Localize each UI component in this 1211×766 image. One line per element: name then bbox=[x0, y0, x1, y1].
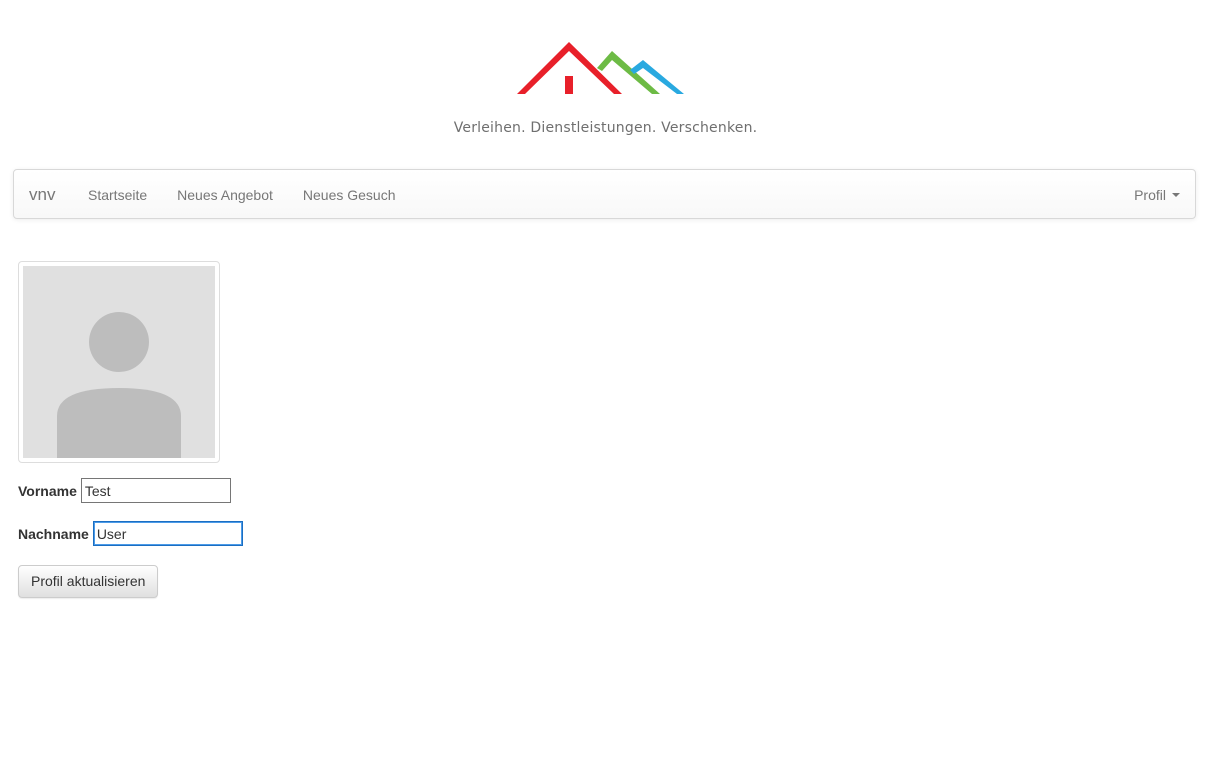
main-navbar: vnv Startseite Neues Angebot Neues Gesuc… bbox=[13, 169, 1196, 219]
profile-update-button[interactable]: Profil aktualisieren bbox=[18, 565, 159, 598]
avatar bbox=[18, 261, 220, 463]
nav-item-startseite[interactable]: Startseite bbox=[73, 170, 162, 220]
nachname-row: Nachname bbox=[18, 521, 243, 546]
vorname-row: Vorname bbox=[18, 478, 231, 503]
brand-link[interactable]: vnv bbox=[29, 170, 55, 220]
caret-down-icon bbox=[1172, 193, 1180, 197]
nav-item-neues-angebot[interactable]: Neues Angebot bbox=[162, 170, 288, 220]
nav-item-neues-gesuch[interactable]: Neues Gesuch bbox=[288, 170, 411, 220]
user-placeholder-icon bbox=[23, 266, 215, 458]
page-header: Verleihen. Dienstleistungen. Verschenken… bbox=[0, 0, 1211, 160]
profile-dropdown[interactable]: Profil bbox=[1134, 170, 1180, 220]
nachname-label: Nachname bbox=[18, 525, 89, 542]
vorname-input[interactable] bbox=[80, 478, 231, 503]
nachname-input[interactable] bbox=[92, 521, 243, 546]
profile-dropdown-label: Profil bbox=[1134, 187, 1166, 203]
vorname-label: Vorname bbox=[18, 482, 77, 499]
nav-items: Startseite Neues Angebot Neues Gesuch bbox=[73, 170, 411, 220]
tagline: Verleihen. Dienstleistungen. Verschenken… bbox=[453, 120, 758, 136]
logo-houses-icon bbox=[517, 42, 684, 94]
